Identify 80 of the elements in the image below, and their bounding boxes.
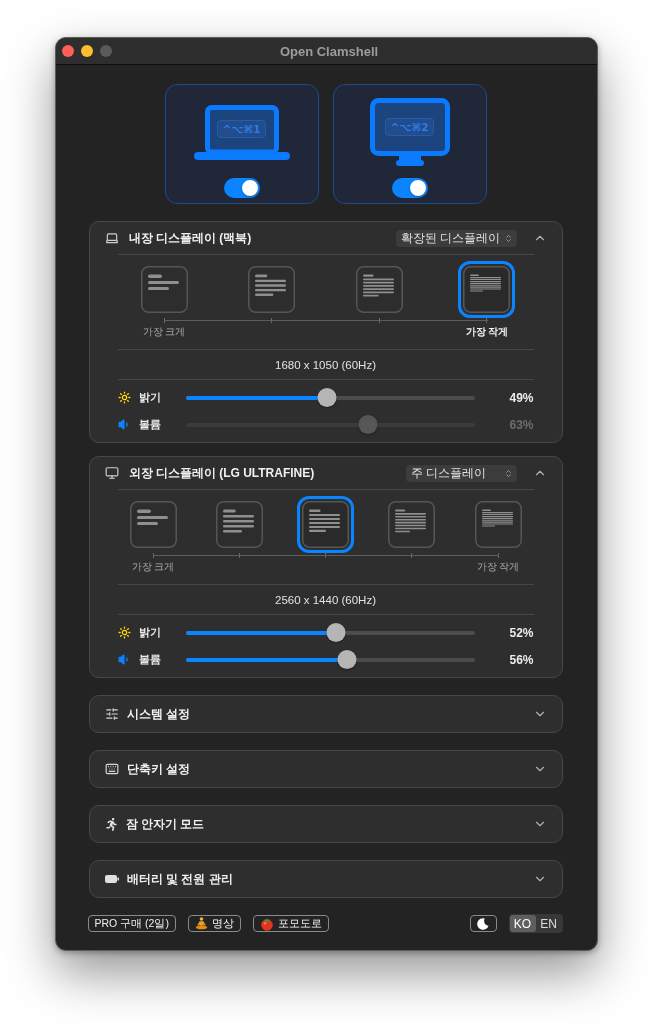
- resolution-label: 2560 x 1440 (60Hz): [275, 593, 376, 606]
- settings-section[interactable]: 잠 안자기 모드: [88, 805, 563, 843]
- scale-option[interactable]: [129, 501, 177, 548]
- footer-button[interactable]: 명상: [187, 915, 241, 932]
- scale-track[interactable]: [163, 318, 488, 323]
- text-lines-icon: [463, 266, 511, 313]
- close-button[interactable]: [61, 45, 74, 57]
- running-person-icon: [104, 817, 118, 831]
- window-title: Open Clamshell: [279, 43, 379, 59]
- meditation-icon: [194, 917, 208, 930]
- scale-option[interactable]: [215, 501, 263, 548]
- scale-option[interactable]: [355, 266, 403, 313]
- scale-label: 가장 작게: [465, 325, 509, 339]
- volume-slider[interactable]: [185, 649, 475, 670]
- shortcut-label: ^⌥⌘1: [216, 120, 267, 138]
- text-lines-icon: [215, 501, 263, 548]
- select-arrows-icon: [503, 233, 513, 243]
- scale-label: 가장 크게: [131, 560, 175, 574]
- slider-value: 52%: [509, 625, 534, 640]
- text-lines-icon: [474, 501, 522, 548]
- brightness-slider[interactable]: [185, 387, 475, 408]
- scale-option[interactable]: [140, 266, 188, 313]
- slider-value: 49%: [509, 390, 534, 405]
- toggle-switch[interactable]: [391, 178, 428, 198]
- section-title: 배터리 및 전원 관리: [126, 870, 234, 888]
- slider-thumb[interactable]: [317, 388, 337, 407]
- slider-value: 56%: [509, 652, 534, 667]
- scale-option[interactable]: [297, 496, 354, 553]
- toggle-switch[interactable]: [223, 178, 260, 198]
- text-lines-icon: [388, 501, 436, 548]
- text-lines-icon: [129, 501, 177, 548]
- scale-option[interactable]: [458, 261, 516, 318]
- settings-section[interactable]: 시스템 설정: [88, 695, 563, 733]
- slider-label: 밝기: [138, 390, 161, 405]
- slider-value: 63%: [509, 417, 534, 432]
- slider-label: 볼륨: [138, 652, 161, 667]
- moon-icon: [477, 917, 489, 930]
- slider-label: 밝기: [138, 625, 161, 640]
- display-mode-select[interactable]: 주 디스플레이: [405, 464, 517, 482]
- scale-label: 가장 작게: [476, 560, 520, 574]
- text-lines-icon: [140, 266, 188, 313]
- section-title: 단축키 설정: [126, 760, 191, 778]
- language-option[interactable]: EN: [535, 915, 562, 932]
- settings-section[interactable]: 배터리 및 전원 관리: [88, 860, 563, 898]
- sun-icon: [117, 626, 131, 639]
- slider-thumb[interactable]: [326, 623, 346, 642]
- monitor-icon: [104, 466, 119, 480]
- keyboard-icon: [104, 762, 119, 776]
- settings-section[interactable]: 단축키 설정: [88, 750, 563, 788]
- minimize-button[interactable]: [80, 45, 93, 57]
- panel-title: 내장 디스플레이 (맥북): [128, 229, 253, 247]
- tomato-icon: [259, 916, 274, 931]
- footer-button[interactable]: 포모도로: [252, 915, 329, 932]
- section-title: 잠 안자기 모드: [125, 815, 206, 833]
- text-lines-icon: [355, 266, 403, 313]
- text-lines-icon: [302, 501, 349, 548]
- resolution-label: 1680 x 1050 (60Hz): [275, 358, 376, 371]
- select-arrows-icon: [503, 468, 513, 478]
- scale-label: 가장 크게: [142, 325, 186, 339]
- sliders-icon: [104, 707, 119, 721]
- scale-option[interactable]: [248, 266, 296, 313]
- scale-track[interactable]: [152, 553, 499, 558]
- laptop-icon: [104, 231, 119, 245]
- brightness-slider[interactable]: [185, 622, 475, 643]
- scale-option[interactable]: [474, 501, 522, 548]
- text-lines-icon: [248, 266, 296, 313]
- speaker-icon: [117, 653, 131, 666]
- language-option[interactable]: KO: [509, 915, 536, 932]
- scale-option[interactable]: [388, 501, 436, 548]
- panel-title: 외장 디스플레이 (LG ULTRAFINE): [128, 464, 316, 482]
- sun-icon: [117, 391, 131, 404]
- speaker-icon: [117, 418, 131, 431]
- footer-button[interactable]: PRO 구매 (2일): [87, 915, 176, 932]
- display-mode-select[interactable]: 확장된 디스플레이: [396, 229, 517, 247]
- battery-icon: [104, 875, 119, 883]
- slider-thumb[interactable]: [337, 650, 357, 669]
- shortcut-label: ^⌥⌘2: [384, 118, 435, 136]
- section-title: 시스템 설정: [126, 705, 191, 723]
- slider-label: 볼륨: [138, 417, 161, 432]
- theme-button[interactable]: [469, 915, 497, 932]
